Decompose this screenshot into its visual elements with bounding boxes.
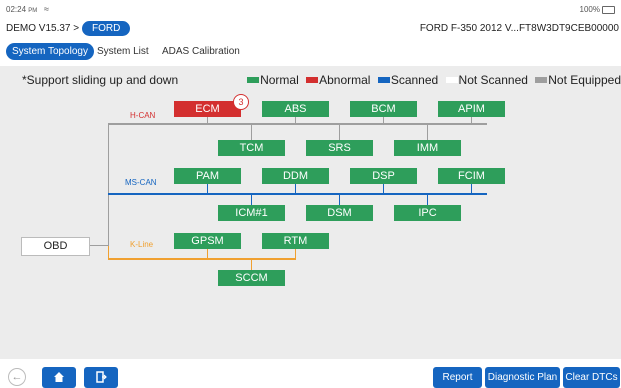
tab-adas-calibration[interactable]: ADAS Calibration [156, 43, 246, 60]
legend-scanned-swatch [377, 77, 390, 84]
module-ecm[interactable]: ECM [174, 101, 241, 117]
diagnostic-plan-button[interactable]: Diagnostic Plan [485, 367, 560, 388]
main-trunk [108, 123, 109, 246]
obd-connector [89, 245, 108, 246]
hcan-drop [471, 116, 472, 123]
module-imm[interactable]: IMM [394, 140, 461, 156]
mscan-drop [471, 184, 472, 193]
wifi-icon: ≈ [44, 4, 49, 14]
hcan-drop [339, 125, 340, 141]
legend-not-equipped-swatch [535, 77, 548, 84]
kline-drop [207, 249, 208, 258]
mscan-drop [383, 184, 384, 193]
vehicle-info: FORD F-350 2012 V...FT8W3DT9CEB00000 [419, 23, 619, 34]
home-button[interactable] [42, 367, 76, 388]
hcan-drop [427, 125, 428, 141]
hcan-drop [251, 125, 252, 141]
module-tcm[interactable]: TCM [218, 140, 285, 156]
home-icon [54, 372, 64, 383]
kline-drop [251, 260, 252, 270]
dtc-count-badge: 3 [233, 94, 249, 110]
bus-label-hcan: H-CAN [130, 111, 156, 120]
mscan-drop [427, 195, 428, 205]
legend: Normal Abnormal Scanned Not Scanned Not … [243, 73, 621, 87]
report-button[interactable]: Report [433, 367, 482, 388]
kline-drop [295, 249, 296, 258]
legend-not-scanned: Not Scanned [458, 73, 528, 87]
module-dsp[interactable]: DSP [350, 168, 417, 184]
legend-normal-swatch [247, 77, 260, 84]
legend-abnormal: Abnormal [319, 73, 371, 87]
module-icm1[interactable]: ICM#1 [218, 205, 285, 221]
topology-canvas[interactable]: *Support sliding up and down Normal Abno… [0, 66, 621, 359]
mscan-drop [295, 184, 296, 193]
tab-system-list[interactable]: System List [91, 43, 155, 60]
module-apim[interactable]: APIM [438, 101, 505, 117]
module-abs[interactable]: ABS [262, 101, 329, 117]
module-pam[interactable]: PAM [174, 168, 241, 184]
hcan-drop [383, 116, 384, 123]
status-time: 02:24 PM [6, 5, 38, 14]
module-ipc[interactable]: IPC [394, 205, 461, 221]
tab-bar: System Topology System List ADAS Calibra… [0, 42, 621, 64]
module-fcim[interactable]: FCIM [438, 168, 505, 184]
back-arrow-icon[interactable]: ← [8, 368, 26, 386]
version-breadcrumb[interactable]: DEMO V15.37 > [6, 23, 79, 34]
module-gpsm[interactable]: GPSM [174, 233, 241, 249]
bus-label-kline: K-Line [130, 240, 154, 249]
legend-not-equipped: Not Equipped [548, 73, 621, 87]
battery-icon [602, 5, 615, 14]
hcan-drop [295, 116, 296, 123]
exit-button[interactable] [84, 367, 118, 388]
status-bar: 02:24 PM ≈ 100% [0, 0, 621, 20]
module-bcm[interactable]: BCM [350, 101, 417, 117]
clear-dtcs-button[interactable]: Clear DTCs [563, 367, 620, 388]
legend-not-scanned-swatch [445, 77, 458, 84]
mscan-drop [339, 195, 340, 205]
hcan-drop [207, 116, 208, 123]
kline-trunk-lower [108, 246, 109, 259]
mscan-drop [207, 184, 208, 193]
mscan-drop [251, 195, 252, 205]
module-sccm[interactable]: SCCM [218, 270, 285, 286]
bus-label-mscan: MS-CAN [125, 178, 157, 187]
legend-normal: Normal [260, 73, 299, 87]
vehicle-header: DEMO V15.37 > FORD FORD F-350 2012 V...F… [0, 20, 621, 38]
hcan-bus-line [108, 123, 487, 125]
scroll-hint: *Support sliding up and down [22, 73, 179, 87]
obd-node: OBD [21, 237, 90, 256]
kline-bus-line [108, 258, 296, 260]
legend-abnormal-swatch [306, 77, 319, 84]
legend-scanned: Scanned [390, 73, 439, 87]
module-ddm[interactable]: DDM [262, 168, 329, 184]
module-dsm[interactable]: DSM [306, 205, 373, 221]
battery-indicator: 100% [580, 5, 615, 14]
exit-icon [96, 371, 107, 383]
bottom-toolbar: ← Report Diagnostic Plan Clear DTCs [0, 364, 621, 388]
module-rtm[interactable]: RTM [262, 233, 329, 249]
mscan-bus-line [108, 193, 487, 195]
tab-system-topology[interactable]: System Topology [6, 43, 94, 60]
module-srs[interactable]: SRS [306, 140, 373, 156]
brand-badge: FORD [82, 21, 131, 36]
